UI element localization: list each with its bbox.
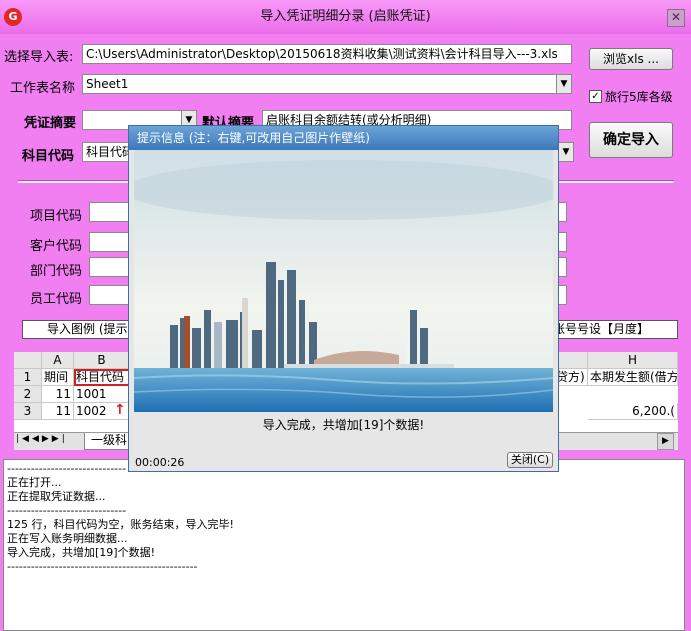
log-line: ----------------------------------------… (7, 560, 198, 573)
sheet-name-select[interactable]: Sheet1 (82, 74, 572, 94)
log-line: 正在打开... (7, 476, 62, 489)
col-header-a[interactable]: A (42, 352, 74, 369)
project-code-label: 项目代码 (30, 209, 83, 224)
employee-code-label: 员工代码 (30, 292, 83, 307)
customer-code-label: 客户代码 (30, 239, 83, 254)
dialog-title: 提示信息 (注：右键,可改用自己图片作壁纸) (129, 126, 558, 150)
log-line: ------------------------------ (7, 504, 127, 517)
cell-a1[interactable]: 期间 (42, 369, 74, 386)
log-line: 导入完成，共增加[19]个数据! (7, 546, 155, 559)
account-code-arrow-icon[interactable]: ▼ (558, 143, 573, 161)
dialog-message: 导入完成，共增加[19]个数据! (262, 418, 425, 432)
account-code-label: 科目代码 (22, 149, 75, 164)
info-dialog[interactable]: 提示信息 (注：右键,可改用自己图片作壁纸) 导入完成，共增加[19]个数据! … (124, 125, 564, 472)
dialog-timer: 00:00:26 (135, 456, 185, 469)
voucher-summary-label: 凭证摘要 (24, 116, 77, 131)
row-number: 3 (14, 403, 42, 420)
scroll-right-icon[interactable]: ▶ (657, 433, 674, 450)
import-table-path-field[interactable]: C:\Users\Administrator\Desktop\20150618资… (82, 44, 572, 64)
cell-h1[interactable]: 本期发生额(借方 (588, 369, 678, 386)
col-header-b[interactable]: B (74, 352, 130, 369)
cell-g1[interactable]: 贷方) (554, 369, 588, 386)
import-table-label: 选择导入表: (4, 50, 74, 65)
sheet-name-value: Sheet1 (86, 77, 129, 91)
log-line: 正在写入账务明细数据... (7, 532, 128, 545)
cell-a2[interactable]: 11 (42, 386, 74, 403)
legend-right-text: 账号号设【月度】 (553, 322, 650, 336)
legend-left-text: 导入图例 (提示 (47, 322, 128, 336)
col-header-h[interactable]: H (588, 352, 678, 369)
sheet-nav-arrows-icon[interactable]: |◀◀▶▶| (16, 434, 68, 444)
window-close-button[interactable]: ✕ (667, 9, 685, 27)
log-output[interactable]: ------------------------------ 正在打开... 正… (3, 459, 685, 631)
row-number: 2 (14, 386, 42, 403)
dialog-close-button[interactable]: 关闭(C) (507, 452, 553, 468)
department-code-label: 部门代码 (30, 264, 83, 279)
option-checkbox[interactable]: ✓ (589, 90, 602, 103)
corner-cell (14, 352, 42, 369)
cell-b2[interactable]: 1001 (74, 386, 130, 403)
log-line: 正在提取凭证数据... (7, 490, 106, 503)
sheet-dropdown-arrow-icon[interactable]: ▼ (556, 75, 571, 93)
option-checkbox-label: 旅行5库各级 (605, 90, 673, 104)
red-arrow-up-icon: ↑ (114, 402, 126, 418)
window-title: 导入凭证明细分录 (启账凭证) (260, 9, 431, 24)
cell-a3[interactable]: 11 (42, 403, 74, 420)
confirm-import-button[interactable]: 确定导入 (589, 122, 673, 158)
row-number: 1 (14, 369, 42, 386)
sheet-tab[interactable]: 一级科 (84, 433, 135, 450)
cell-b1[interactable]: 科目代码 (74, 369, 130, 386)
browse-xls-button[interactable]: 浏览xls ... (589, 48, 673, 70)
cell-h3[interactable]: 6,200.( (588, 403, 678, 420)
log-line: 125 行，科目代码为空，账务结束，导入完毕! (7, 518, 234, 531)
sheet-name-label: 工作表名称 (10, 81, 76, 96)
city-skyline-image (124, 150, 564, 412)
